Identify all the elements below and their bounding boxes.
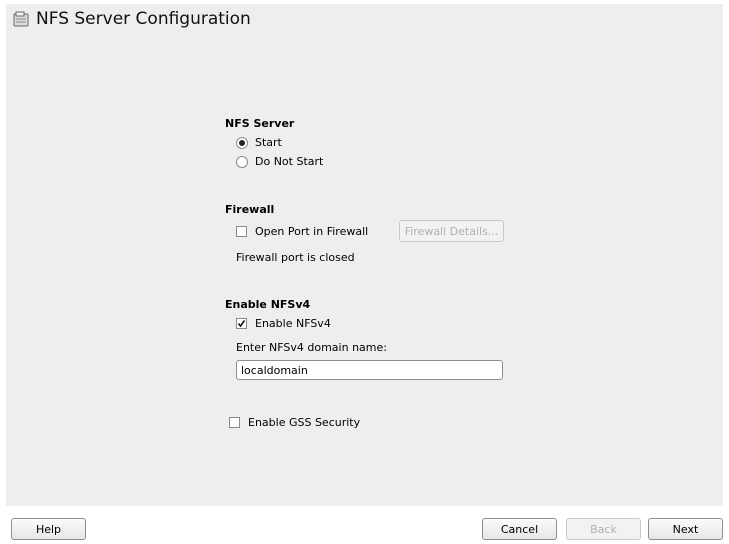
firewall-heading: Firewall	[225, 203, 275, 216]
checkmark-icon	[237, 320, 246, 328]
help-button[interactable]: Help	[11, 518, 86, 540]
enable-nfsv4-checkbox-box[interactable]	[236, 318, 247, 329]
enable-gss-checkbox[interactable]: Enable GSS Security	[229, 416, 360, 429]
cancel-button[interactable]: Cancel	[482, 518, 557, 540]
radio-do-not-start-indicator[interactable]	[236, 155, 248, 168]
nfs-server-icon	[12, 10, 30, 28]
open-port-checkbox-box[interactable]	[236, 226, 247, 237]
next-button[interactable]: Next	[648, 518, 723, 540]
enable-gss-label: Enable GSS Security	[248, 416, 361, 429]
enable-nfsv4-label: Enable NFSv4	[255, 317, 331, 330]
enable-gss-checkbox-box[interactable]	[229, 417, 240, 428]
open-port-label: Open Port in Firewall	[255, 225, 369, 238]
nfsv4-domain-label: Enter NFSv4 domain name:	[236, 341, 387, 354]
enable-nfsv4-checkbox[interactable]: Enable NFSv4	[236, 317, 331, 330]
radio-start-indicator[interactable]	[236, 136, 248, 149]
firewall-details-button[interactable]: Firewall Details...	[399, 220, 504, 242]
radio-do-not-start-label: Do Not Start	[255, 155, 324, 168]
open-port-checkbox[interactable]: Open Port in Firewall	[236, 225, 368, 238]
nfs-server-heading: NFS Server	[225, 117, 295, 130]
page-title: NFS Server Configuration	[36, 9, 251, 29]
main-panel	[6, 4, 723, 506]
radio-start[interactable]: Start	[236, 136, 282, 149]
nfsv4-heading: Enable NFSv4	[225, 298, 311, 311]
header: NFS Server Configuration	[12, 8, 251, 30]
radio-start-label: Start	[255, 136, 282, 149]
firewall-status: Firewall port is closed	[236, 251, 355, 264]
nfsv4-domain-input[interactable]	[236, 360, 503, 380]
back-button[interactable]: Back	[566, 518, 641, 540]
radio-do-not-start[interactable]: Do Not Start	[236, 155, 323, 168]
